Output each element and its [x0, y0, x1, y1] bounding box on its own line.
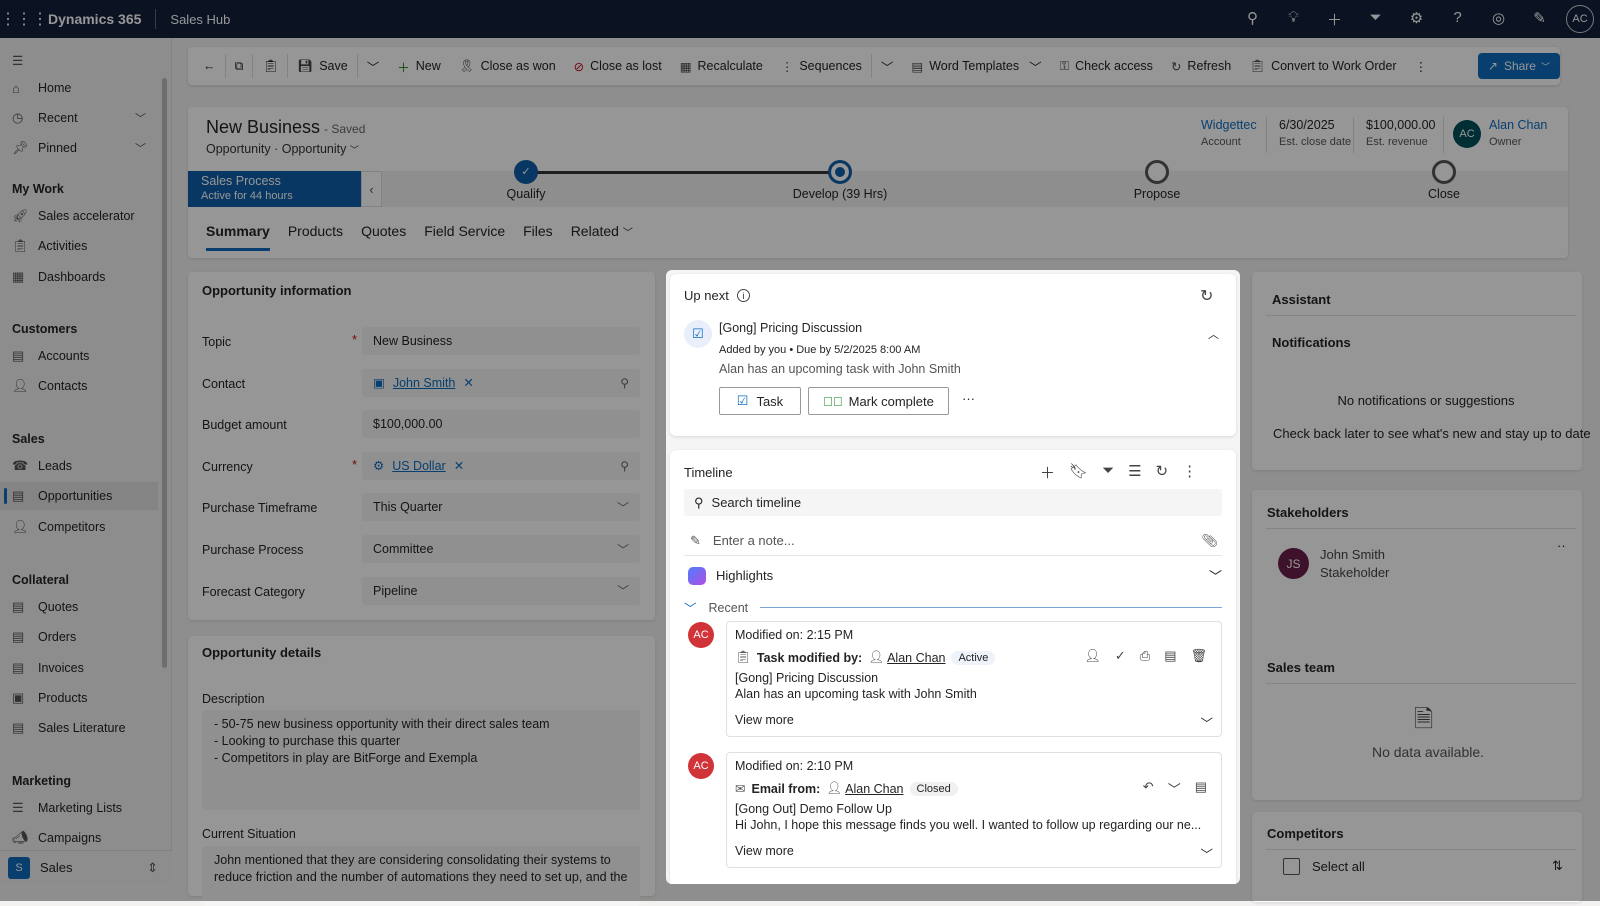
placeholder: Enter a note...: [712, 533, 795, 548]
entry-body: Alan has an upcoming task with John Smit…: [735, 687, 977, 701]
more-vertical-icon[interactable]: ⋮: [1182, 462, 1197, 483]
recent-group-header[interactable]: ﹀ Recent: [684, 598, 1222, 617]
label: Recent: [708, 600, 749, 615]
copilot-icon: [688, 566, 706, 585]
chevron-down-icon[interactable]: ﹀: [1168, 779, 1181, 798]
delete-icon[interactable]: 🗑︎: [1190, 648, 1207, 664]
up-next-title: Up next: [684, 288, 729, 303]
timeline-entry[interactable]: Modified on: 2:10 PM ✉ Email from: 👤︎ Alan …: [726, 752, 1222, 868]
chevron-up-icon[interactable]: ︿: [1208, 326, 1219, 342]
entry-author[interactable]: Alan Chan: [845, 782, 903, 796]
view-more-link[interactable]: View more: [735, 844, 794, 863]
more-icon[interactable]: ···: [962, 391, 975, 406]
queue-icon[interactable]: ▤: [1164, 648, 1176, 664]
entry-subject: [Gong] Pricing Discussion: [735, 671, 879, 685]
entry-avatar: AC: [688, 753, 714, 779]
attachment-icon[interactable]: 📎︎: [1201, 533, 1218, 549]
email-icon: ✉: [735, 782, 746, 796]
status-badge: Active: [951, 650, 996, 665]
person-icon: 👤︎: [868, 650, 885, 664]
bookmark-icon[interactable]: 🔖︎: [1069, 462, 1088, 483]
entry-avatar: AC: [688, 622, 714, 648]
mark-complete-button[interactable]: ✓⃝ Mark complete: [808, 387, 949, 415]
reply-icon[interactable]: ↶: [1143, 779, 1154, 798]
chevron-down-icon: ﹀: [684, 602, 697, 616]
task-description: Alan has an upcoming task with John Smit…: [719, 362, 961, 376]
modified-on: Modified on: 2:10 PM: [735, 759, 854, 773]
checkbox-icon: ☑: [736, 393, 749, 408]
entry-author[interactable]: Alan Chan: [887, 651, 945, 665]
modified-on: Modified on: 2:15 PM: [735, 628, 854, 642]
label: Highlights: [716, 568, 774, 583]
highlights-row[interactable]: Highlights ﹀: [688, 566, 1222, 585]
highlighted-activity-panel: Up next i ↻ ☑ [Gong] Pricing Discussion A…: [666, 270, 1240, 884]
route-icon[interactable]: ⎙: [1140, 648, 1150, 664]
up-next-card: Up next i ↻ ☑ [Gong] Pricing Discussion A…: [670, 274, 1236, 436]
task-meta: Added by you • Due by 5/2/2025 8:00 AM: [719, 344, 921, 356]
divider: [760, 607, 1222, 608]
timeline-entry[interactable]: Modified on: 2:15 PM 📋︎ Task modified by:…: [726, 621, 1222, 737]
status-badge: Closed: [909, 781, 958, 796]
search-timeline-input[interactable]: ⚲ Search timeline: [684, 489, 1222, 516]
check-circle-icon: ✓⃝: [823, 393, 843, 409]
entry-subject: [Gong Out] Demo Follow Up: [735, 802, 893, 816]
refresh-icon[interactable]: ↻: [1156, 462, 1169, 483]
placeholder: Search timeline: [711, 495, 802, 510]
assign-icon[interactable]: 👤︎: [1084, 648, 1101, 664]
plus-icon[interactable]: ＋: [1040, 462, 1055, 483]
sort-list-icon[interactable]: ☰: [1128, 462, 1141, 483]
timeline-card: Timeline ＋ 🔖︎ ⏷ ☰ ↻ ⋮ ⚲ Search timeline ✎ Enter…: [670, 450, 1236, 884]
task-title[interactable]: [Gong] Pricing Discussion: [719, 321, 862, 335]
pencil-icon: ✎: [690, 532, 701, 548]
label: Mark complete: [848, 393, 934, 409]
check-icon[interactable]: ✓: [1115, 648, 1126, 664]
search-icon: ⚲: [694, 494, 704, 510]
entry-kind: Email from:: [751, 781, 821, 796]
chevron-down-icon[interactable]: ﹀: [1200, 844, 1213, 863]
chevron-down-icon[interactable]: ﹀: [1200, 713, 1213, 732]
task-button[interactable]: ☑ Task: [719, 387, 801, 415]
filter-icon[interactable]: ⏷: [1102, 462, 1114, 483]
note-input[interactable]: ✎ Enter a note... 📎︎: [684, 526, 1222, 556]
task-checkbox-icon: ☑: [684, 320, 712, 348]
info-icon[interactable]: i: [736, 289, 750, 302]
task-icon: 📋︎: [735, 650, 751, 664]
person-icon: 👤︎: [826, 781, 843, 795]
timeline-title: Timeline: [684, 465, 733, 480]
view-more-link[interactable]: View more: [735, 713, 794, 732]
queue-icon[interactable]: ▤: [1195, 779, 1207, 798]
entry-kind: Task modified by:: [756, 650, 863, 665]
refresh-icon[interactable]: ↻: [1200, 286, 1213, 306]
chevron-down-icon: ﹀: [1208, 569, 1222, 584]
entry-body: Hi John, I hope this message finds you w…: [735, 818, 1202, 832]
label: Task: [756, 393, 784, 409]
